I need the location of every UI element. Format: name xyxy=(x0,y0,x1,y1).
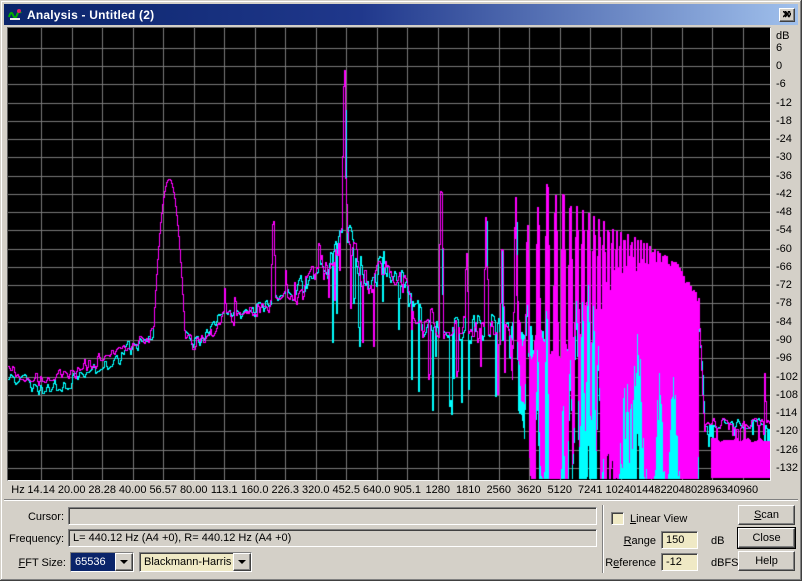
range-unit-label: dB xyxy=(711,535,724,547)
y-tick-label: -36 xyxy=(776,170,792,182)
x-tick-label: 905.1 xyxy=(393,484,421,496)
x-tick-label: 56.57 xyxy=(149,484,177,496)
x-tick-label: 7241 xyxy=(578,484,602,496)
y-tick-label: -90 xyxy=(776,334,792,346)
window-function-combobox[interactable]: Blackmann-Harris xyxy=(139,552,252,572)
window-title: Analysis - Untitled (2) xyxy=(27,8,775,22)
y-tick-label: -84 xyxy=(776,316,792,328)
range-label: Range xyxy=(590,535,656,547)
y-tick-label: 0 xyxy=(776,60,782,72)
x-tick-label: 160.0 xyxy=(241,484,269,496)
y-tick-label: -24 xyxy=(776,133,792,145)
x-tick-label: 28.28 xyxy=(88,484,116,496)
x-tick-label: 20.00 xyxy=(58,484,86,496)
y-tick-label: -78 xyxy=(776,297,792,309)
linear-view-checkbox[interactable] xyxy=(611,512,624,525)
x-tick-label: 1280 xyxy=(425,484,449,496)
x-tick-label: 14482 xyxy=(636,484,667,496)
x-tick-label: 40960 xyxy=(727,484,758,496)
fft-size-dropdown-button[interactable] xyxy=(115,553,133,571)
y-tick-label: -120 xyxy=(776,425,798,437)
x-tick-label: 640.0 xyxy=(363,484,391,496)
x-tick-label: 1810 xyxy=(456,484,480,496)
fft-size-value: 65536 xyxy=(71,553,115,571)
cursor-label: Cursor: xyxy=(0,511,64,523)
close-button[interactable] xyxy=(779,8,795,22)
y-tick-label: -6 xyxy=(776,78,786,90)
frequency-field: L= 440.12 Hz (A4 +0), R= 440.12 Hz (A4 +… xyxy=(68,529,597,547)
y-tick-label: -18 xyxy=(776,115,792,127)
reference-input[interactable]: -12 xyxy=(661,553,698,571)
y-tick-label: -102 xyxy=(776,371,798,383)
y-tick-label: -96 xyxy=(776,352,792,364)
scan-button[interactable]: Scan xyxy=(738,505,795,525)
x-tick-label: 80.00 xyxy=(180,484,208,496)
x-tick-label: 3620 xyxy=(517,484,541,496)
window-function-value: Blackmann-Harris xyxy=(140,553,233,571)
y-tick-label: -60 xyxy=(776,243,792,255)
x-tick-label: 2560 xyxy=(487,484,511,496)
y-tick-label: -30 xyxy=(776,151,792,163)
reference-unit-label: dBFS xyxy=(711,557,739,569)
fft-size-combobox[interactable]: 65536 xyxy=(70,552,134,572)
y-axis-unit: dB xyxy=(776,30,789,42)
x-tick-label: 113.1 xyxy=(211,484,238,496)
cursor-field xyxy=(68,507,597,525)
window-function-dropdown-button[interactable] xyxy=(233,553,251,571)
linear-view-label[interactable]: Linear View xyxy=(630,513,687,525)
plot-frame xyxy=(7,27,771,481)
y-tick-label: -108 xyxy=(776,389,798,401)
spectrum-plot[interactable] xyxy=(8,28,770,480)
analysis-window: Analysis - Untitled (2) Hz14.1420.0028.2… xyxy=(0,0,802,581)
x-tick-label: 20480 xyxy=(666,484,697,496)
app-icon[interactable] xyxy=(7,7,23,23)
chevron-down-icon xyxy=(120,560,128,568)
y-tick-label: -12 xyxy=(776,97,792,109)
help-button[interactable]: Help xyxy=(738,551,795,571)
y-tick-label: -132 xyxy=(776,462,798,474)
range-input[interactable]: 150 xyxy=(661,531,698,549)
y-tick-label: -42 xyxy=(776,188,792,200)
x-tick-label: 5120 xyxy=(548,484,572,496)
x-axis-unit: Hz xyxy=(11,484,24,496)
titlebar[interactable]: Analysis - Untitled (2) xyxy=(4,4,798,25)
chevron-down-icon xyxy=(238,560,246,568)
close-dialog-button[interactable]: Close xyxy=(738,528,795,548)
close-icon xyxy=(783,11,791,18)
separator-horizontal xyxy=(4,499,798,501)
y-tick-label: -66 xyxy=(776,261,792,273)
x-tick-label: 28963 xyxy=(697,484,728,496)
y-tick-label: -72 xyxy=(776,279,792,291)
x-tick-label: 40.00 xyxy=(119,484,147,496)
y-tick-label: 6 xyxy=(776,42,782,54)
x-tick-label: 320.0 xyxy=(302,484,330,496)
x-tick-label: 226.3 xyxy=(271,484,299,496)
y-tick-label: -54 xyxy=(776,224,792,236)
frequency-label: Frequency: xyxy=(0,533,64,545)
y-tick-label: -126 xyxy=(776,444,798,456)
x-tick-label: 14.14 xyxy=(27,484,55,496)
x-tick-label: 452.5 xyxy=(332,484,360,496)
reference-label: Reference xyxy=(590,557,656,569)
y-tick-label: -114 xyxy=(776,407,797,419)
fft-size-label: FFT Size: xyxy=(0,557,66,569)
y-tick-label: -48 xyxy=(776,206,792,218)
x-tick-label: 10240 xyxy=(605,484,636,496)
